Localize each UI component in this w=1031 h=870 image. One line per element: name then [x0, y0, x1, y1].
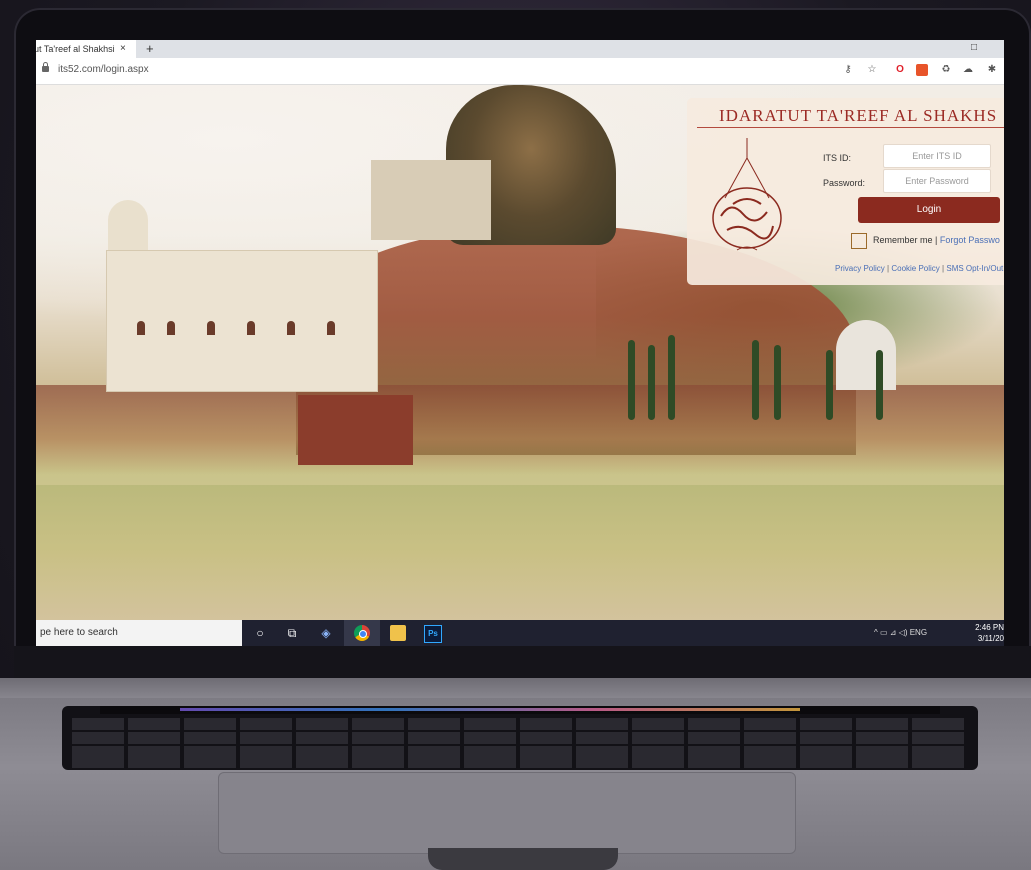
palace-window — [247, 321, 255, 335]
taskbar-search[interactable]: pe here to search — [36, 620, 242, 646]
task-view-icon[interactable]: ⧉ — [284, 625, 300, 641]
windows-taskbar: pe here to search ○ ⧉ ◈ Ps ^ ▭ ⊿ ◁) ENG … — [36, 620, 1004, 646]
clock-date: 3/11/20 — [977, 634, 1004, 643]
key-icon[interactable]: ⚷ — [842, 64, 854, 76]
taskbar-search-text: pe here to search — [40, 627, 118, 638]
key-row — [72, 718, 968, 730]
remember-me-label[interactable]: Remember me — [873, 235, 933, 245]
clock[interactable]: 2:46 PN 3/11/20 — [966, 622, 1004, 644]
separator: | — [935, 235, 938, 245]
password-label: Password: — [823, 178, 866, 188]
sms-opt-link[interactable]: SMS Opt-In/Out — [946, 264, 1003, 273]
hilltop-fort — [371, 160, 491, 240]
login-page: IDARATUT TA'REEF AL SHAKHS ITS ID: Enter… — [36, 85, 1004, 620]
photoshop-icon[interactable]: Ps — [424, 625, 442, 643]
browser-tab-strip: ut Ta'reef al Shakhsi × + □ — [36, 40, 1004, 58]
separator: | — [887, 264, 890, 273]
palace-window — [207, 321, 215, 335]
its-id-input[interactable]: Enter ITS ID — [883, 144, 991, 168]
remember-row: Remember me | Forgot Passwo — [873, 235, 1000, 245]
star-icon[interactable]: ☆ — [866, 64, 878, 76]
remember-me-checkbox[interactable] — [851, 233, 867, 249]
white-dome — [836, 320, 896, 390]
extension-red-icon[interactable] — [916, 64, 928, 76]
key-row — [72, 732, 968, 744]
calligraphy-logo — [712, 138, 782, 251]
forgot-password-link[interactable]: Forgot Passwo — [940, 235, 1000, 245]
login-title: IDARATUT TA'REEF AL SHAKHS — [719, 106, 998, 125]
chrome-icon[interactable] — [354, 625, 370, 641]
browser-tab[interactable]: ut Ta'reef al Shakhsi × — [36, 40, 136, 58]
palace-window — [287, 321, 295, 335]
terrace-band — [36, 385, 1004, 475]
cypress-tree — [628, 340, 635, 420]
cortana-icon[interactable]: ○ — [252, 625, 268, 641]
new-tab-button[interactable]: + — [146, 40, 154, 57]
app-icon[interactable]: ◈ — [318, 625, 334, 641]
login-panel: IDARATUT TA'REEF AL SHAKHS ITS ID: Enter… — [687, 98, 1004, 285]
key-row — [72, 758, 968, 768]
trackpad — [218, 772, 796, 854]
lock-icon[interactable] — [42, 62, 49, 72]
login-button[interactable]: Login — [858, 197, 1000, 223]
puzzle-icon[interactable]: ✱ — [986, 64, 998, 76]
red-house — [298, 395, 413, 465]
cypress-tree — [774, 345, 781, 420]
lid-notch — [428, 848, 618, 870]
tab-title: ut Ta'reef al Shakhsi — [36, 44, 115, 54]
clock-time: 2:46 PN — [975, 623, 1004, 632]
laptop-screen: ut Ta'reef al Shakhsi × + □ its52.com/lo… — [36, 40, 1004, 646]
opera-icon[interactable]: O — [894, 64, 906, 76]
palace-window — [167, 321, 175, 335]
palace-window — [327, 321, 335, 335]
file-explorer-icon[interactable] — [390, 625, 406, 641]
footer-links: Privacy Policy | Cookie Policy | SMS Opt… — [835, 264, 1003, 273]
title-divider — [697, 127, 1004, 128]
window-restore-button[interactable]: □ — [971, 40, 977, 56]
key-row — [72, 746, 968, 758]
terraced-fields — [36, 485, 1004, 620]
url-field[interactable]: its52.com/login.aspx — [58, 64, 149, 75]
cypress-tree — [668, 335, 675, 420]
tab-close-icon[interactable]: × — [120, 40, 126, 58]
cloud-icon[interactable]: ☁ — [962, 64, 974, 76]
cypress-tree — [876, 350, 883, 420]
its-id-label: ITS ID: — [823, 153, 852, 163]
cypress-tree — [826, 350, 833, 420]
cypress-tree — [648, 345, 655, 420]
password-input[interactable]: Enter Password — [883, 169, 991, 193]
address-bar: its52.com/login.aspx ⚷ ☆ O ♻ ☁ ✱ — [36, 58, 1004, 85]
privacy-policy-link[interactable]: Privacy Policy — [835, 264, 885, 273]
touch-bar-glow — [180, 708, 800, 711]
palace-window — [137, 321, 145, 335]
cookie-policy-link[interactable]: Cookie Policy — [891, 264, 939, 273]
system-tray[interactable]: ^ ▭ ⊿ ◁) ENG — [874, 628, 927, 637]
screen-bezel — [14, 646, 1031, 678]
separator: | — [942, 264, 945, 273]
recycle-icon[interactable]: ♻ — [940, 64, 952, 76]
touch-bar — [100, 706, 940, 714]
laptop-hinge — [0, 678, 1031, 700]
white-palace — [106, 250, 378, 392]
cypress-tree — [752, 340, 759, 420]
